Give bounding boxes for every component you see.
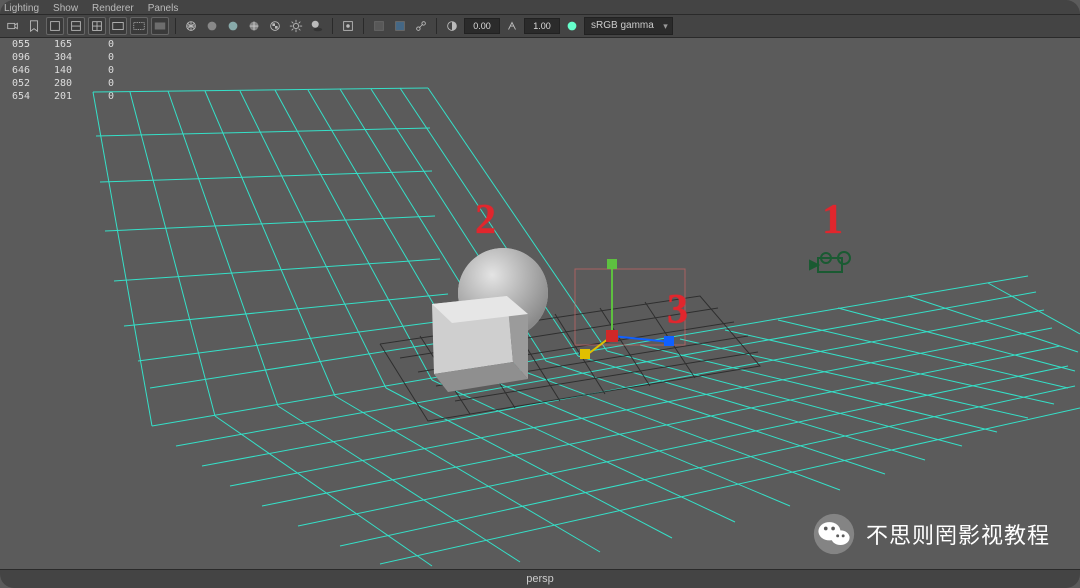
menu-renderer[interactable]: Renderer [92, 4, 134, 14]
menu-panels[interactable]: Panels [148, 4, 179, 14]
gamma-field[interactable]: 1.00 [524, 18, 560, 34]
view-transform-icon[interactable] [563, 17, 581, 35]
viewport-root: Lighting Show Renderer Panels 0.00 1.00 [0, 0, 1080, 588]
use-all-lights-icon[interactable] [287, 17, 305, 35]
viewport-label-bar: persp [0, 569, 1080, 588]
gamma-icon[interactable] [503, 17, 521, 35]
film-gate-icon[interactable] [109, 17, 127, 35]
gate-mask-icon[interactable] [151, 17, 169, 35]
textured-icon[interactable] [266, 17, 284, 35]
2d-pan-icon[interactable] [67, 17, 85, 35]
perspective-viewport[interactable]: 1 2 3 [0, 36, 1080, 570]
bookmark-icon[interactable] [25, 17, 43, 35]
xray-active-icon[interactable] [391, 17, 409, 35]
cube-object [432, 296, 528, 392]
exposure-field[interactable]: 0.00 [464, 18, 500, 34]
exposure-icon[interactable] [443, 17, 461, 35]
shadows-icon[interactable] [308, 17, 326, 35]
menu-show[interactable]: Show [53, 4, 78, 14]
resolution-gate-icon[interactable] [130, 17, 148, 35]
xray-joints-icon[interactable] [412, 17, 430, 35]
camera-object [810, 252, 850, 272]
wireframe-on-shaded-icon[interactable] [245, 17, 263, 35]
wireframe-icon[interactable] [182, 17, 200, 35]
active-camera-label: persp [526, 573, 554, 585]
panel-menu-bar: Lighting Show Renderer Panels [0, 0, 1080, 14]
image-plane-icon[interactable] [46, 17, 64, 35]
use-default-material-icon[interactable] [224, 17, 242, 35]
grid-icon[interactable] [88, 17, 106, 35]
isolate-select-icon[interactable] [339, 17, 357, 35]
color-management-dropdown[interactable]: sRGB gamma [584, 17, 673, 35]
smooth-shade-icon[interactable] [203, 17, 221, 35]
select-camera-icon[interactable] [4, 17, 22, 35]
panel-toolbar: 0.00 1.00 sRGB gamma [0, 14, 1080, 38]
menu-lighting[interactable]: Lighting [4, 4, 39, 14]
xray-icon[interactable] [370, 17, 388, 35]
